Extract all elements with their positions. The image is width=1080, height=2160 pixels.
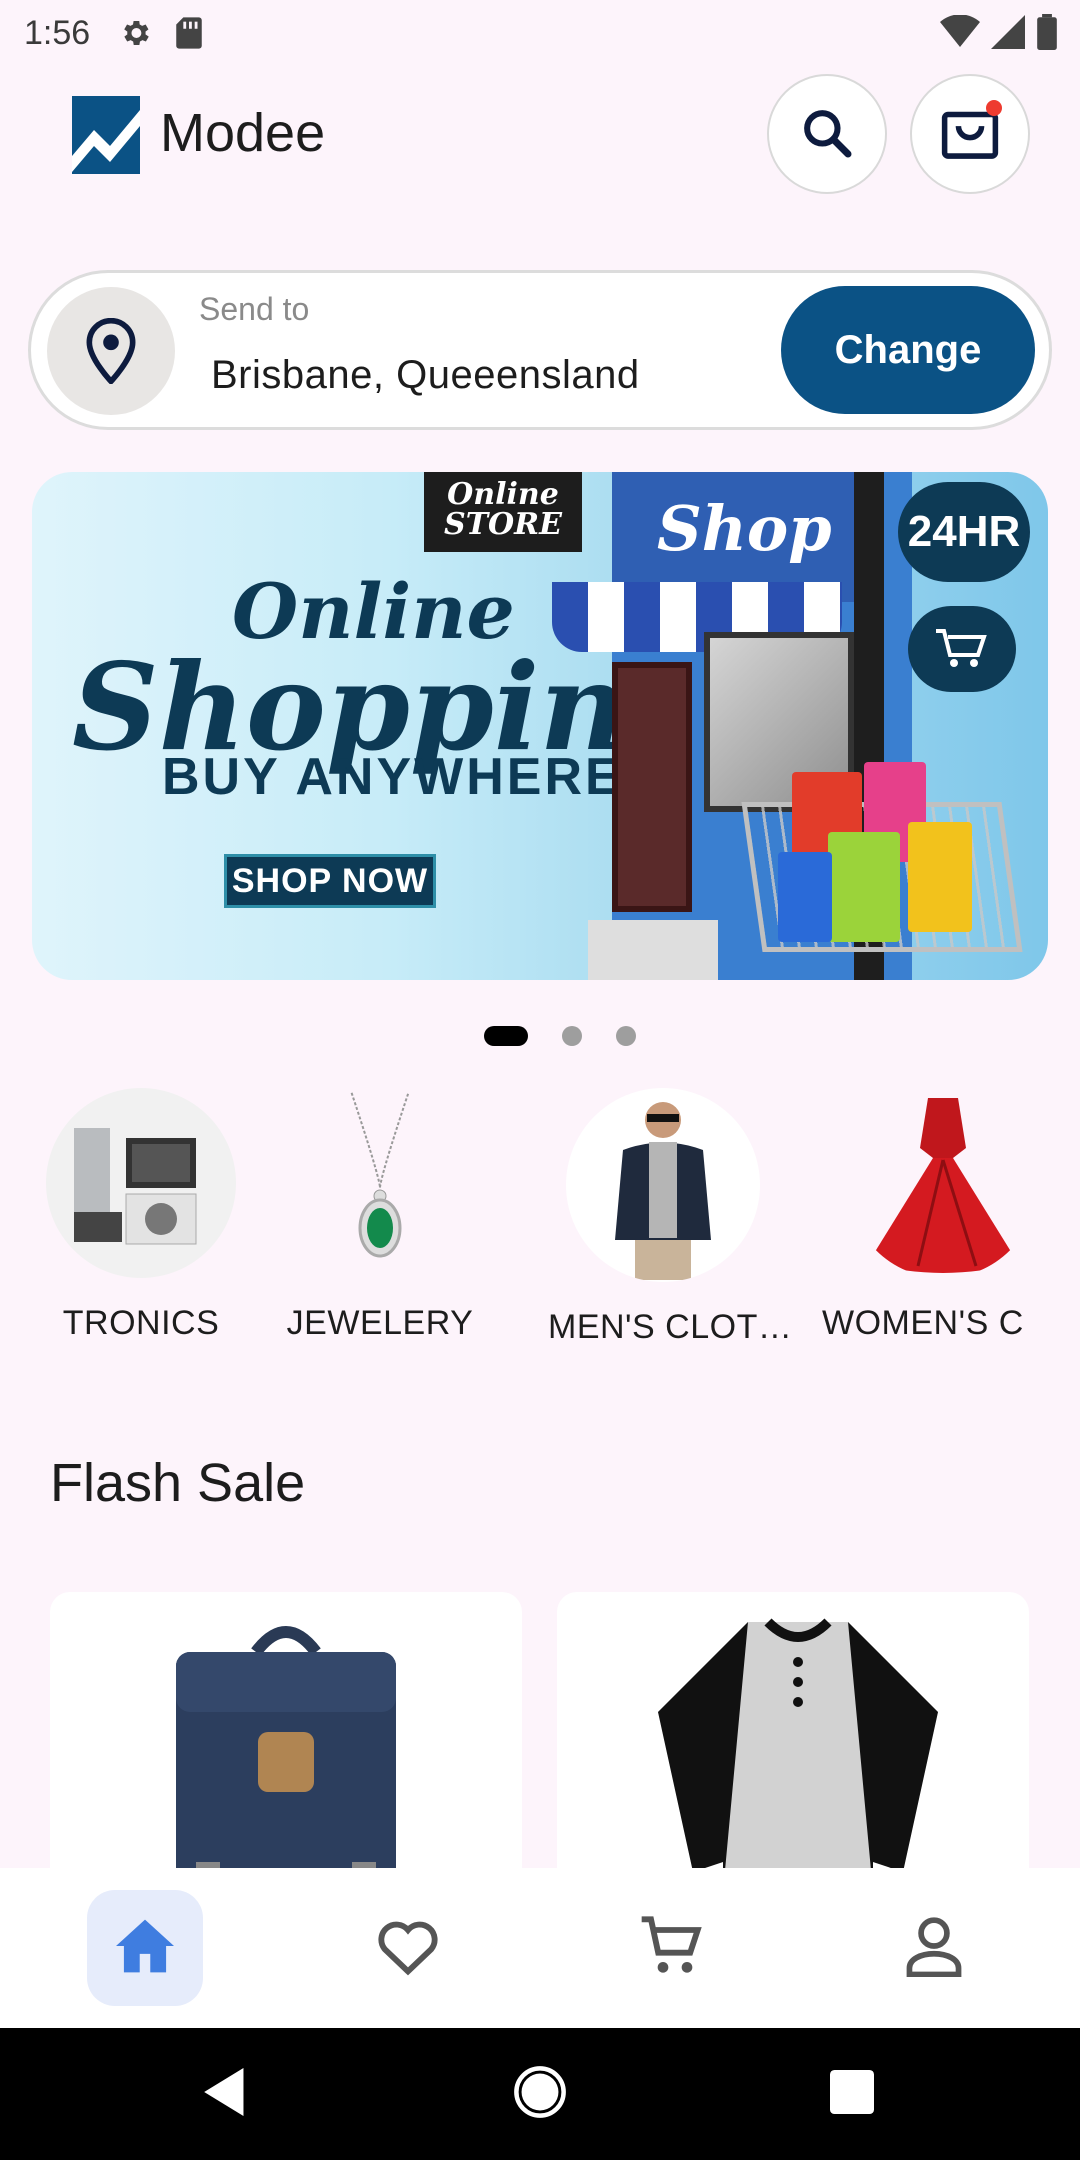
location-pin-icon <box>47 287 175 415</box>
status-time: 1:56 <box>24 13 91 52</box>
home-icon <box>113 1917 177 1980</box>
category-label: TRONICS <box>62 1304 220 1342</box>
category-label: JEWELERY <box>286 1304 474 1342</box>
shopping-bag-blue <box>778 852 832 942</box>
system-navigation-bar <box>0 2028 1080 2160</box>
category-jewelery[interactable]: JEWELERY <box>284 1088 476 1343</box>
send-to-label: Send to <box>199 291 310 327</box>
shopping-bag-button[interactable] <box>910 74 1030 194</box>
search-button[interactable] <box>767 74 887 194</box>
product-card-shirt[interactable] <box>557 1592 1029 1892</box>
person-icon <box>905 1915 963 1982</box>
wifi-icon <box>940 14 980 54</box>
nav-home[interactable] <box>87 1890 203 2006</box>
mens-clothing-image <box>566 1088 760 1282</box>
cart-bubble-icon <box>908 606 1016 692</box>
delivery-city: Brisbane, Queeensland <box>211 353 640 397</box>
sd-card-icon <box>174 16 204 50</box>
hours-badge: 24HR <box>898 482 1030 582</box>
status-bar: 1:56 <box>0 0 1080 66</box>
modee-logo <box>72 96 140 174</box>
back-button[interactable] <box>196 2064 256 2124</box>
home-system-button[interactable] <box>510 2064 570 2124</box>
promo-banner[interactable]: Online Shopping BUY ANYWHERE SHOP NOW Sh… <box>32 472 1048 980</box>
necklace-image <box>285 1088 475 1278</box>
category-mens-clothing[interactable]: MEN'S CLOT… <box>548 1088 793 1347</box>
recents-square-icon <box>830 2069 874 2119</box>
notification-dot <box>986 100 1002 116</box>
brand-name: Modee <box>160 103 326 163</box>
carousel-dot-1[interactable] <box>484 1026 528 1046</box>
carousel-indicator <box>0 1026 1080 1046</box>
recents-button[interactable] <box>822 2064 882 2124</box>
delivery-location-card: Send to Brisbane, Queeensland Change <box>28 270 1052 430</box>
shop-now-button[interactable]: SHOP NOW <box>224 854 436 908</box>
store-door <box>612 662 692 912</box>
cart-icon <box>638 1914 704 1983</box>
carousel-dot-2[interactable] <box>562 1026 582 1046</box>
category-womens-clothing[interactable]: WOMEN'S C <box>822 1088 1024 1343</box>
change-location-button[interactable]: Change <box>781 286 1035 414</box>
red-dress-image <box>848 1088 1038 1278</box>
shop-sign-text: Shop <box>657 492 832 565</box>
backpack-image <box>156 1612 416 1892</box>
online-store-sign: Online STORE <box>424 472 582 552</box>
bottom-navigation <box>0 1868 1080 2028</box>
home-circle-icon <box>513 2065 567 2124</box>
battery-icon <box>1036 14 1058 55</box>
heart-icon <box>376 1916 440 1981</box>
shopping-bag-green <box>828 832 900 942</box>
nav-cart[interactable] <box>613 1890 729 2006</box>
flash-sale-title: Flash Sale <box>50 1453 306 1513</box>
banner-subtitle: BUY ANYWHERE <box>162 748 623 806</box>
product-card-backpack[interactable] <box>50 1592 522 1892</box>
search-icon <box>799 105 855 164</box>
nav-profile[interactable] <box>876 1890 992 2006</box>
app-bar: Modee <box>0 66 1080 206</box>
back-triangle-icon <box>204 2067 248 2121</box>
nav-favorites[interactable] <box>350 1890 466 2006</box>
category-label: MEN'S CLOT… <box>548 1308 793 1346</box>
shopping-bag-yellow <box>908 822 972 932</box>
carousel-dot-3[interactable] <box>616 1026 636 1046</box>
store-steps <box>588 920 718 980</box>
raglan-henley-shirt-image <box>653 1612 943 1892</box>
category-label: WOMEN'S C <box>822 1304 1024 1342</box>
electronics-image <box>46 1088 236 1278</box>
signal-icon <box>990 15 1026 54</box>
gear-icon <box>118 16 152 50</box>
category-electronics[interactable]: TRONICS <box>46 1088 236 1343</box>
